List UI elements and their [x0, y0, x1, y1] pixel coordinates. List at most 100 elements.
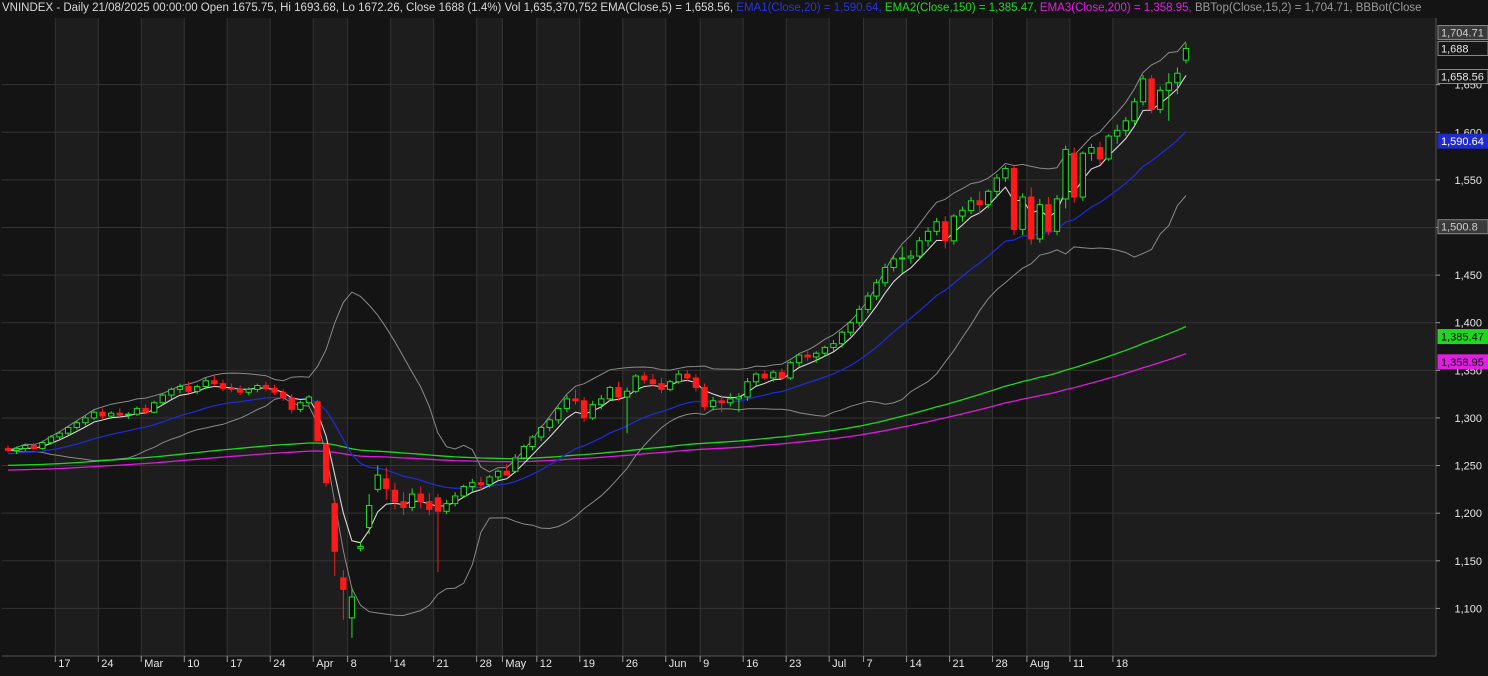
x-tick-label: 23	[789, 658, 801, 670]
candle-body	[933, 221, 940, 232]
y-tick-label: 1,200	[1454, 508, 1482, 520]
price-label-bbbot: 1,500.8	[1437, 219, 1488, 235]
candle-body	[606, 386, 614, 400]
candle-body	[469, 482, 476, 488]
x-tick-label: 18	[1116, 658, 1128, 670]
candle-body	[176, 386, 184, 390]
candle-body	[993, 177, 1000, 192]
candle-body	[529, 436, 536, 448]
candle-body	[520, 446, 528, 459]
y-tick-label: 1,550	[1454, 175, 1482, 187]
candle-body	[546, 419, 553, 428]
candle-body	[641, 375, 648, 381]
price-plot[interactable]: 1,1001,1501,2001,2501,3001,3501,4001,450…	[0, 0, 1488, 676]
candle-body	[1036, 204, 1043, 240]
candle-body	[967, 200, 975, 211]
candle-body	[1028, 196, 1035, 240]
price-label-close: 1,688	[1437, 40, 1488, 56]
candle-body	[357, 545, 364, 549]
candle-body	[838, 331, 846, 345]
header-bbtop: BBTop(Close,15,2) = 1,704.71,	[1191, 2, 1353, 14]
y-tick-label: 1,300	[1454, 413, 1482, 425]
candle-body	[477, 482, 485, 486]
candle-body	[297, 402, 304, 410]
candle-body	[1182, 47, 1190, 61]
x-tick-label: Mar	[144, 658, 163, 670]
candle-body	[1062, 148, 1069, 200]
x-tick-label: 16	[746, 658, 758, 670]
candle-body	[211, 380, 218, 385]
candle-body	[486, 476, 493, 486]
candle-body	[563, 398, 571, 409]
candle-body	[1157, 89, 1164, 110]
x-tick-label: 26	[626, 658, 638, 670]
candle-body	[658, 383, 665, 390]
x-tick-label: Apr	[316, 658, 333, 670]
candle-body	[1114, 129, 1121, 137]
candle-body	[305, 396, 313, 404]
candle-body	[65, 426, 72, 434]
candle-body	[39, 442, 46, 449]
candle-body	[615, 386, 622, 398]
candle-body	[125, 413, 132, 416]
candle-body	[408, 493, 416, 508]
candle-body	[666, 381, 674, 390]
candle-body	[924, 230, 932, 242]
candle-body	[890, 258, 897, 268]
candle-body	[374, 474, 381, 490]
candle-body	[331, 503, 338, 552]
candle-body	[133, 407, 141, 415]
candle-body	[30, 445, 37, 449]
candle-body	[761, 373, 768, 379]
candle-body	[262, 385, 270, 389]
x-tick-label: 28	[480, 658, 492, 670]
candle-body	[426, 501, 433, 510]
candle-body	[572, 398, 579, 402]
candle-body	[881, 266, 889, 284]
candle-body	[1174, 72, 1181, 84]
candle-body	[1071, 152, 1078, 198]
candle-body	[632, 375, 639, 392]
candle-body	[752, 373, 760, 383]
candle-body	[73, 422, 80, 428]
x-tick-label: Jul	[832, 658, 846, 670]
candle-body	[959, 209, 966, 217]
y-tick-label: 1,150	[1454, 556, 1482, 568]
candle-body	[795, 354, 803, 364]
price-label-bbtop: 1,704.71	[1437, 25, 1488, 41]
y-tick-label: 1,100	[1454, 603, 1482, 615]
candle-body	[99, 411, 106, 417]
x-tick-label: 8	[351, 658, 357, 670]
candle-body	[159, 394, 166, 404]
x-tick-label: 10	[187, 658, 199, 670]
candle-body	[151, 402, 158, 413]
candle-body	[417, 493, 424, 503]
candle-body	[813, 352, 820, 358]
candle-body	[1105, 135, 1112, 160]
header-ema20: EMA1(Close,20) = 1,590.64,	[733, 2, 882, 14]
candle-body	[254, 385, 261, 390]
x-tick-label: 21	[437, 658, 449, 670]
price-label-text: 1,688	[1441, 43, 1469, 55]
candle-body	[1045, 204, 1052, 232]
x-tick-label: 14	[394, 658, 406, 670]
x-tick-label: Aug	[1030, 658, 1050, 670]
candle-body	[56, 432, 63, 438]
price-label-ema5: 1,658.56	[1437, 69, 1488, 85]
price-label-text: 1,500.8	[1441, 222, 1478, 234]
candle-body	[348, 596, 356, 619]
chart[interactable]: VNINDEX - Daily 21/08/2025 00:00:00 Open…	[0, 0, 1488, 676]
y-tick-label: 1,450	[1454, 270, 1482, 282]
candle-body	[1139, 78, 1147, 103]
candle-body	[744, 381, 751, 398]
candle-body	[236, 388, 244, 393]
candle-body	[847, 322, 854, 333]
y-axis: 1,1001,1501,2001,2501,3001,3501,4001,450…	[1436, 80, 1482, 615]
candle-body	[623, 390, 631, 398]
x-tick-label: 24	[273, 658, 285, 670]
candle-body	[47, 436, 55, 444]
candle-body	[185, 386, 192, 392]
candle-body	[400, 501, 407, 508]
candle-body	[82, 417, 89, 424]
x-tick-label: 12	[540, 658, 552, 670]
